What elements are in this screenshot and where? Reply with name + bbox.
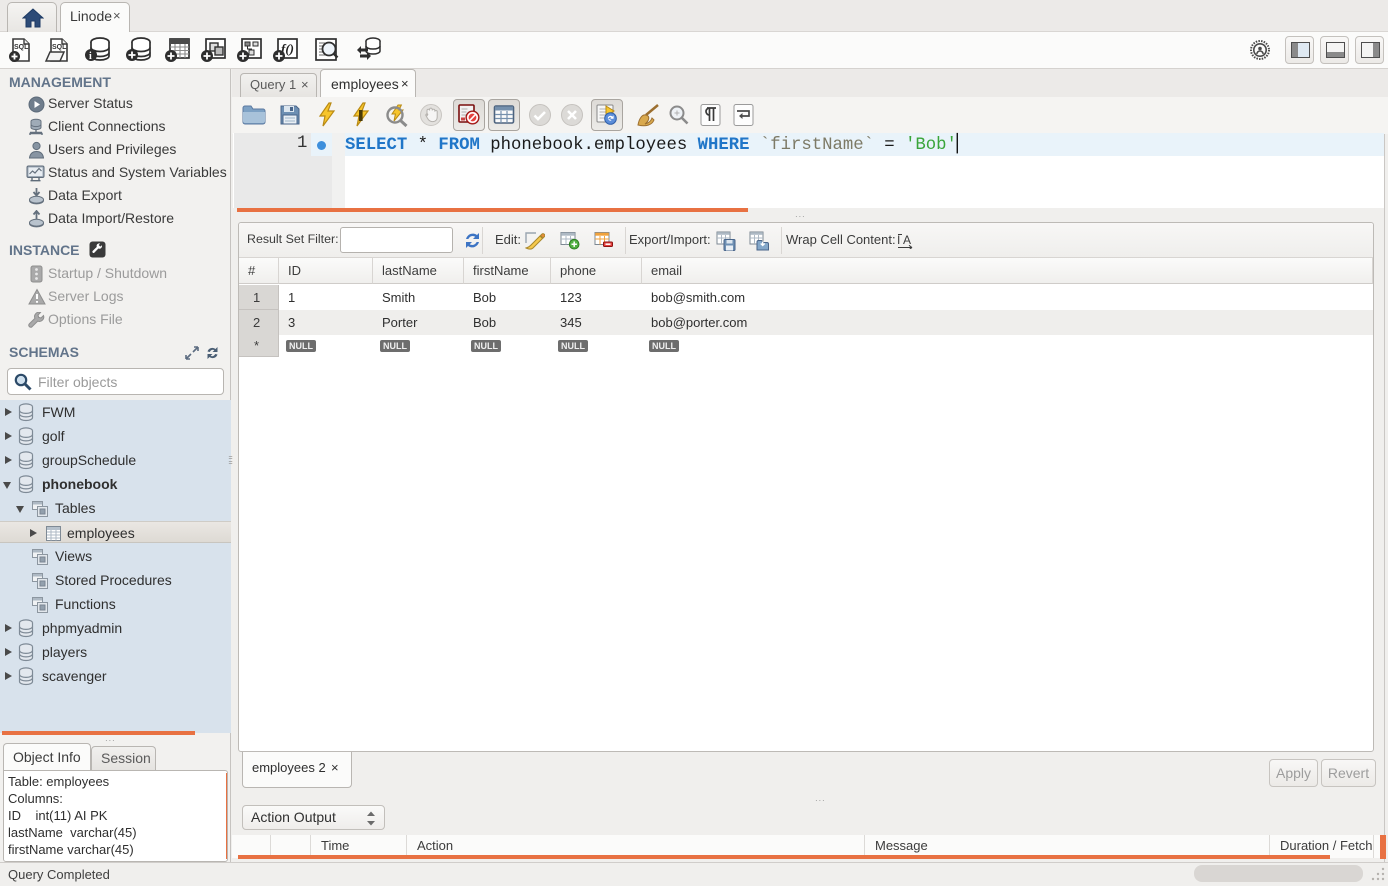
svg-text:SQL: SQL	[52, 44, 67, 51]
svg-text:SQL: SQL	[14, 44, 29, 51]
svg-text:i: i	[89, 51, 92, 62]
svg-text:A: A	[903, 233, 911, 247]
svg-text:I: I	[897, 233, 900, 247]
